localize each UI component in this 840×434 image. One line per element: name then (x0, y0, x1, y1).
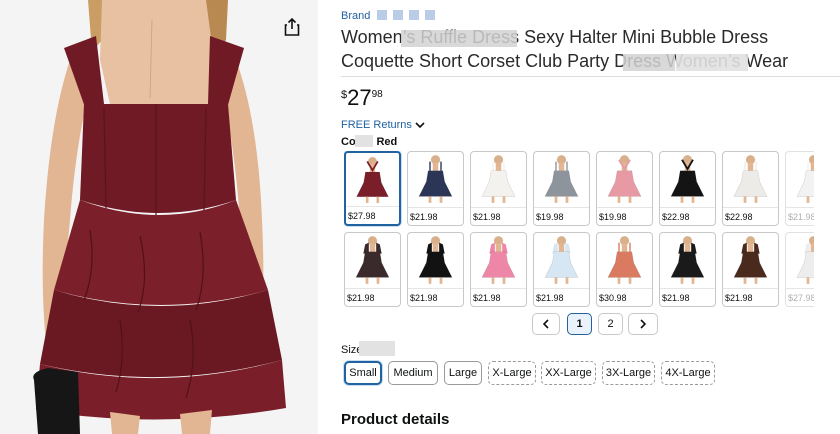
swatch-thumbnail (723, 152, 778, 206)
title-redaction-1 (401, 30, 517, 47)
swatch-price: $21.98 (345, 288, 400, 306)
product-details-heading: Product details (341, 411, 450, 428)
swatch-price: $30.98 (597, 288, 652, 306)
size-3xlarge-button[interactable]: 3X-Large (602, 361, 655, 385)
swatch-thumbnail (534, 233, 589, 287)
swatch-price: $21.98 (408, 207, 463, 225)
swatch-thumbnail (786, 152, 814, 206)
swatch-thumbnail (408, 152, 463, 206)
swatch-price: $21.98 (471, 207, 526, 225)
product-main-image[interactable] (0, 0, 318, 434)
swatch-thumbnail (786, 233, 814, 287)
size-4xlarge-button[interactable]: 4X-Large (661, 361, 715, 385)
color-swatch[interactable]: $21.98 (659, 232, 716, 307)
color-swatch[interactable]: $22.98 (659, 151, 716, 226)
swatch-thumbnail (408, 233, 463, 287)
swatch-price: $21.98 (534, 288, 589, 306)
swatch-thumbnail (660, 152, 715, 206)
size-large-button[interactable]: Large (444, 361, 482, 385)
color-swatch[interactable]: $21.98 (785, 151, 814, 226)
color-swatch[interactable]: $21.98 (533, 232, 590, 307)
color-swatch[interactable]: $22.98 (722, 151, 779, 226)
page-2-button[interactable]: 2 (598, 313, 623, 335)
color-swatch[interactable]: $19.98 (596, 151, 653, 226)
swatch-thumbnail (534, 152, 589, 206)
swatch-price: $22.98 (723, 207, 778, 225)
size-small-button[interactable]: Small (344, 361, 382, 385)
color-swatch[interactable]: $21.98 (407, 232, 464, 307)
swatch-price: $22.98 (660, 207, 715, 225)
color-swatch[interactable]: $19.98 (533, 151, 590, 226)
size-xlarge-button[interactable]: X-Large (488, 361, 536, 385)
brand-redacted (377, 10, 435, 20)
swatch-price: $21.98 (723, 288, 778, 306)
swatch-thumbnail (723, 233, 778, 287)
share-icon (284, 18, 300, 36)
swatch-price: $21.98 (786, 207, 814, 225)
chevron-left-icon (542, 319, 549, 329)
chevron-down-icon (415, 122, 425, 129)
price-fraction: 98 (371, 89, 383, 100)
swatch-price: $19.98 (534, 207, 589, 225)
next-page-button[interactable] (628, 313, 658, 335)
color-swatch-grid: $27.98 $21.98 $21.98 $19.98 $19.98 $22.98 $22.… (344, 151, 814, 307)
swatch-thumbnail (660, 233, 715, 287)
color-swatch[interactable]: $27.98 (344, 151, 401, 226)
price: $ 27 98 (341, 86, 383, 110)
color-swatch[interactable]: $27.98 (785, 232, 814, 307)
title-redaction-3 (676, 54, 748, 71)
swatch-price: $19.98 (597, 207, 652, 225)
swatch-price: $27.98 (346, 206, 399, 224)
free-returns-link[interactable]: FREE Returns (341, 119, 425, 131)
color-swatch[interactable]: $30.98 (596, 232, 653, 307)
swatch-thumbnail (346, 153, 399, 207)
swatch-price: $21.98 (471, 288, 526, 306)
color-swatch[interactable]: $21.98 (407, 151, 464, 226)
swatch-thumbnail (597, 233, 652, 287)
chevron-right-icon (640, 319, 647, 329)
color-swatch[interactable]: $21.98 (722, 232, 779, 307)
swatch-price: $21.98 (660, 288, 715, 306)
free-returns-label: FREE Returns (341, 119, 412, 131)
swatch-thumbnail (471, 233, 526, 287)
product-info-panel: Brand Women’s Ruffle Dress Sexy Halter M… (341, 0, 840, 434)
size-medium-button[interactable]: Medium (388, 361, 438, 385)
swatch-price: $27.98 (786, 288, 814, 306)
color-swatch[interactable]: $21.98 (470, 232, 527, 307)
swatch-thumbnail (597, 152, 652, 206)
color-swatch[interactable]: $21.98 (344, 232, 401, 307)
size-xxlarge-button[interactable]: XX-Large (541, 361, 596, 385)
brand-link[interactable]: Brand (341, 10, 370, 22)
dress-photo (33, 0, 286, 434)
title-line-2: Coquette Short Corset Club Party Dress W… (341, 51, 789, 71)
share-button[interactable] (284, 18, 308, 42)
page-1-button[interactable]: 1 (567, 313, 592, 335)
title-divider (341, 76, 840, 77)
swatch-price: $21.98 (408, 288, 463, 306)
title-redaction-2 (623, 54, 675, 71)
prev-page-button[interactable] (532, 313, 560, 335)
price-whole: 27 (347, 85, 372, 110)
color-swatch[interactable]: $21.98 (470, 151, 527, 226)
color-label-redaction (355, 135, 373, 147)
swatch-thumbnail (345, 233, 400, 287)
size-label-redaction (359, 341, 395, 356)
swatch-thumbnail (471, 152, 526, 206)
